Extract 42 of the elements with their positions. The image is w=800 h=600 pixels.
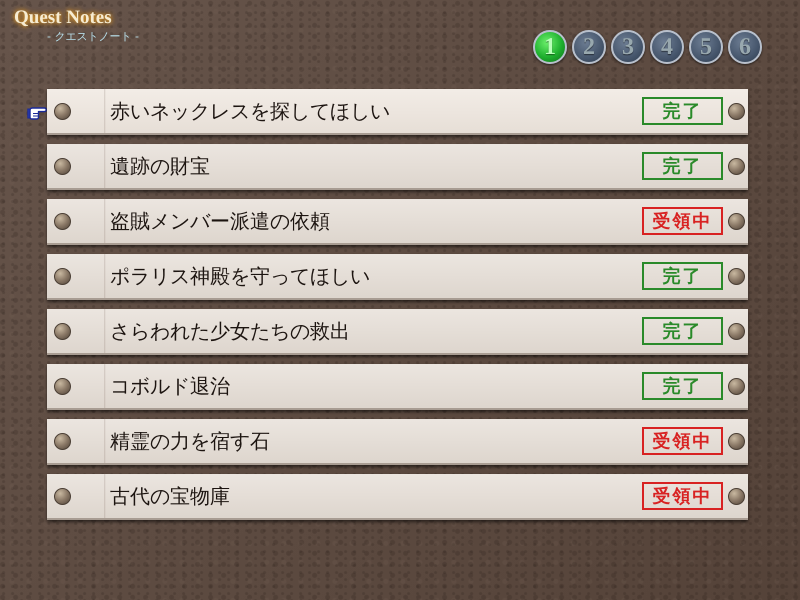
status-stamp: 受領中 bbox=[642, 207, 723, 235]
rivet-icon bbox=[54, 268, 71, 284]
rivet-icon bbox=[728, 102, 745, 120]
quest-row[interactable]: 精霊の力を宿す石 受領中 bbox=[47, 419, 748, 465]
rivet-icon bbox=[728, 212, 745, 230]
status-stamp: 完了 bbox=[642, 372, 723, 400]
quest-title: コボルド退治 bbox=[110, 374, 231, 400]
quest-title: 精霊の力を宿す石 bbox=[110, 430, 271, 454]
status-stamp: 受領中 bbox=[642, 482, 723, 510]
quest-row[interactable]: 古代の宝物庫 受領中 bbox=[47, 474, 748, 520]
quest-title: 盗賊メンバー派遣の依頼 bbox=[110, 210, 331, 234]
quest-row[interactable]: コボルド退治 完了 bbox=[47, 364, 748, 410]
rivet-icon bbox=[54, 158, 71, 174]
quest-title: 古代の宝物庫 bbox=[110, 484, 231, 510]
screen-title: Quest Notes bbox=[14, 7, 113, 29]
rivet-icon bbox=[728, 158, 745, 174]
rivet-icon bbox=[54, 432, 71, 450]
rivet-icon bbox=[54, 322, 71, 340]
rivet-icon bbox=[728, 378, 745, 394]
rivet-icon bbox=[54, 378, 71, 394]
quest-row[interactable]: さらわれた少女たちの救出 完了 bbox=[47, 309, 748, 355]
rivet-icon bbox=[54, 488, 71, 504]
quest-row[interactable]: ポラリス神殿を守ってほしい 完了 bbox=[47, 254, 748, 300]
quest-title: ポラリス神殿を守ってほしい bbox=[110, 264, 371, 290]
status-stamp: 完了 bbox=[642, 317, 723, 345]
status-stamp: 完了 bbox=[642, 152, 723, 180]
rivet-icon bbox=[728, 268, 745, 284]
rivet-icon bbox=[54, 102, 71, 120]
quest-title: さらわれた少女たちの救出 bbox=[110, 320, 351, 344]
rivet-icon bbox=[728, 432, 745, 450]
rivet-icon bbox=[728, 322, 745, 340]
status-stamp: 受領中 bbox=[642, 427, 723, 455]
status-stamp: 完了 bbox=[642, 97, 723, 125]
quest-row[interactable]: 赤いネックレスを探してほしい 完了 bbox=[47, 89, 748, 135]
quest-row[interactable]: 盗賊メンバー派遣の依頼 受領中 bbox=[47, 199, 748, 245]
status-stamp: 完了 bbox=[642, 262, 723, 290]
rivet-icon bbox=[54, 212, 71, 230]
screen-subtitle: - クエストノート - bbox=[47, 30, 139, 44]
rivet-icon bbox=[728, 488, 745, 504]
quest-title: 赤いネックレスを探してほしい bbox=[110, 100, 391, 124]
quest-title: 遺跡の財宝 bbox=[110, 154, 211, 180]
quest-row[interactable]: 遺跡の財宝 完了 bbox=[47, 144, 748, 190]
